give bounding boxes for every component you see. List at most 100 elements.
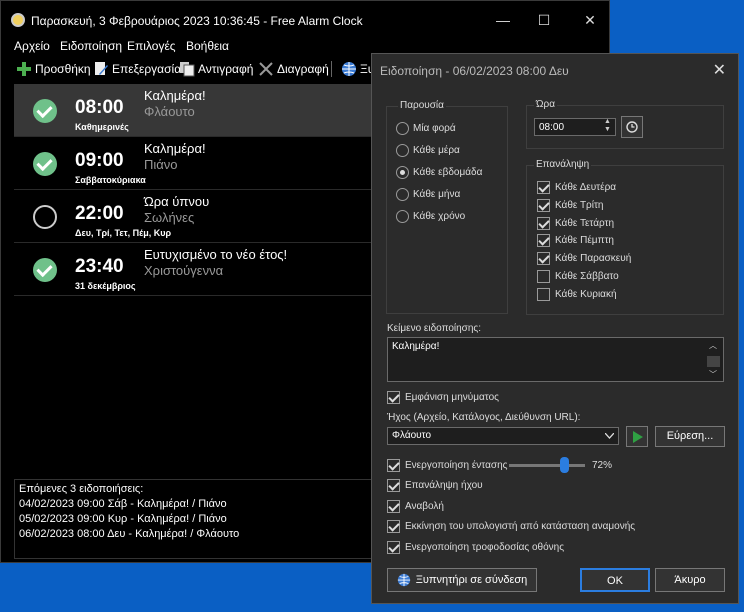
volume-slider-thumb[interactable] <box>559 457 569 473</box>
wake-from-sleep-label: Εκκίνηση του υπολογιστή από κατάσταση αν… <box>405 521 636 532</box>
dialog-title: Ειδοποίηση - 06/02/2023 08:00 Δευ <box>380 64 569 78</box>
sound-value: Φλάουτο <box>392 430 432 441</box>
alarm-row[interactable]: 08:00 Καθημερινές Καλημέρα! Φλάουτο <box>14 84 374 137</box>
ok-button[interactable]: OK <box>580 568 650 592</box>
tuesday-label: Κάθε Τρίτη <box>555 200 604 211</box>
add-label: Προσθήκη <box>35 62 91 76</box>
sunday-label: Κάθε Κυριακή <box>555 289 617 300</box>
radio-weekly[interactable] <box>396 166 409 179</box>
radio-once[interactable] <box>396 122 409 135</box>
play-sound-button[interactable] <box>626 426 648 447</box>
alarm-days: Δευ, Τρί, Τετ, Πέμ, Κυρ <box>75 228 172 238</box>
message-scroll-down[interactable]: ﹀ <box>709 369 717 380</box>
alarm-time: 08:00 <box>75 97 124 118</box>
alarm-row[interactable]: 22:00 Δευ, Τρί, Τετ, Πέμ, Κυρ Ώρα ύπνου … <box>14 190 374 243</box>
radio-yearly-label: Κάθε χρόνο <box>413 211 466 222</box>
friday-checkbox[interactable] <box>537 252 550 265</box>
radio-yearly[interactable] <box>396 210 409 223</box>
globe-icon <box>397 573 410 587</box>
friday-label: Κάθε Παρασκευή <box>555 253 632 264</box>
alarm-message: Ώρα ύπνου <box>144 194 210 209</box>
volume-label: Ενεργοποίηση έντασης <box>405 460 508 471</box>
alarm-sound: Πιάνο <box>144 157 178 172</box>
time-spinner[interactable]: ▲ ▼ <box>604 118 611 134</box>
alarm-message: Ευτυχισμένο το νέο έτος! <box>144 247 288 262</box>
alarm-sound: Σωλήνες <box>144 210 195 225</box>
edit-label: Επεξεργασία <box>112 62 182 76</box>
saturday-checkbox[interactable] <box>537 270 550 283</box>
turn-on-monitor-checkbox[interactable] <box>387 541 400 554</box>
saturday-label: Κάθε Σάββατο <box>555 271 619 282</box>
menu-file[interactable]: Αρχείο <box>14 39 50 53</box>
wednesday-checkbox[interactable] <box>537 217 550 230</box>
maximize-button[interactable]: ☐ <box>532 9 556 31</box>
alarm-days: Καθημερινές <box>75 122 129 132</box>
thursday-checkbox[interactable] <box>537 234 550 247</box>
alarm-message: Καλημέρα! <box>144 88 206 103</box>
alarm-list: 08:00 Καθημερινές Καλημέρα! Φλάουτο 09:0… <box>14 84 374 474</box>
repeat-sound-checkbox[interactable] <box>387 479 400 492</box>
copy-label: Αντιγραφή <box>198 62 254 76</box>
snooze-checkbox[interactable] <box>387 500 400 513</box>
globe-icon <box>342 62 356 76</box>
menu-options[interactable]: Επιλογές <box>127 39 176 53</box>
menu-help[interactable]: Βοήθεια <box>186 39 229 53</box>
minimize-button[interactable]: — <box>491 9 515 31</box>
wake-from-sleep-checkbox[interactable] <box>387 520 400 533</box>
sound-select[interactable]: Φλάουτο <box>387 427 619 445</box>
upcoming-item: 06/02/2023 08:00 Δευ - Καλημέρα! / Φλάου… <box>19 528 240 540</box>
alarm-enabled-checkbox[interactable] <box>33 99 57 123</box>
snooze-label: Αναβολή <box>405 501 444 512</box>
wake-online-button[interactable]: Ξυπνητήρι σε σύνδεση <box>387 568 537 592</box>
thursday-label: Κάθε Πέμπτη <box>555 235 614 246</box>
radio-once-label: Μία φορά <box>413 123 456 134</box>
message-label: Κείμενο ειδοποίησης: <box>387 323 482 334</box>
alarm-days: 31 δεκέμβριος <box>75 281 136 291</box>
delete-icon <box>259 62 273 76</box>
radio-monthly[interactable] <box>396 188 409 201</box>
window-title: Παρασκευή, 3 Φεβρουάριος 2023 10:36:45 -… <box>31 14 363 28</box>
alarm-enabled-checkbox[interactable] <box>33 205 57 229</box>
show-message-label: Εμφάνιση μηνύματος <box>405 392 499 403</box>
alarm-message: Καλημέρα! <box>144 141 206 156</box>
wake-online-toolbar-button[interactable]: Ξυ <box>341 60 374 78</box>
cancel-button[interactable]: Άκυρο <box>655 568 725 592</box>
alarm-row[interactable]: 23:40 31 δεκέμβριος Ευτυχισμένο το νέο έ… <box>14 243 374 296</box>
recurrence-label: Παρουσία <box>398 100 446 111</box>
sunday-checkbox[interactable] <box>537 288 550 301</box>
edit-button[interactable]: Επεξεργασία <box>93 60 181 78</box>
volume-checkbox[interactable] <box>387 459 400 472</box>
time-picker-button[interactable] <box>621 116 643 138</box>
upcoming-header: Επόμενες 3 ειδοποιήσεις: <box>19 483 144 495</box>
alarm-enabled-checkbox[interactable] <box>33 152 57 176</box>
copy-button[interactable]: Αντιγραφή <box>179 60 253 78</box>
edit-icon <box>95 62 108 75</box>
dialog-close-button[interactable]: ✕ <box>713 60 726 80</box>
message-textarea[interactable]: Καλημέρα! <box>387 337 724 382</box>
plus-icon <box>17 62 31 76</box>
wednesday-label: Κάθε Τετάρτη <box>555 218 615 229</box>
menu-alarm[interactable]: Ειδοποίηση <box>60 39 122 53</box>
title-bar[interactable]: Παρασκευή, 3 Φεβρουάριος 2023 10:36:45 -… <box>1 1 609 39</box>
radio-daily[interactable] <box>396 144 409 157</box>
time-label: Ώρα <box>534 99 557 110</box>
toolbar-separator <box>331 61 332 77</box>
browse-button[interactable]: Εύρεση... <box>655 426 725 447</box>
alarm-enabled-checkbox[interactable] <box>33 258 57 282</box>
message-scroll-up[interactable]: ︿ <box>709 340 717 351</box>
turn-on-monitor-label: Ενεργοποίηση τροφοδοσίας οθόνης <box>405 542 565 553</box>
tuesday-checkbox[interactable] <box>537 199 550 212</box>
alarm-time: 22:00 <box>75 203 124 224</box>
alarm-days: Σαββατοκύριακα <box>75 175 146 185</box>
message-scrollbar-thumb[interactable] <box>707 356 720 367</box>
show-message-checkbox[interactable] <box>387 391 400 404</box>
delete-button[interactable]: Διαγραφή <box>258 60 329 78</box>
monday-checkbox[interactable] <box>537 181 550 194</box>
monday-label: Κάθε Δευτέρα <box>555 182 617 193</box>
volume-slider-track[interactable] <box>509 464 585 467</box>
add-button[interactable]: Προσθήκη <box>16 60 91 78</box>
play-icon <box>632 431 643 443</box>
close-button[interactable]: ✕ <box>578 9 602 31</box>
radio-daily-label: Κάθε μέρα <box>413 145 460 156</box>
alarm-row[interactable]: 09:00 Σαββατοκύριακα Καλημέρα! Πιάνο <box>14 137 374 190</box>
